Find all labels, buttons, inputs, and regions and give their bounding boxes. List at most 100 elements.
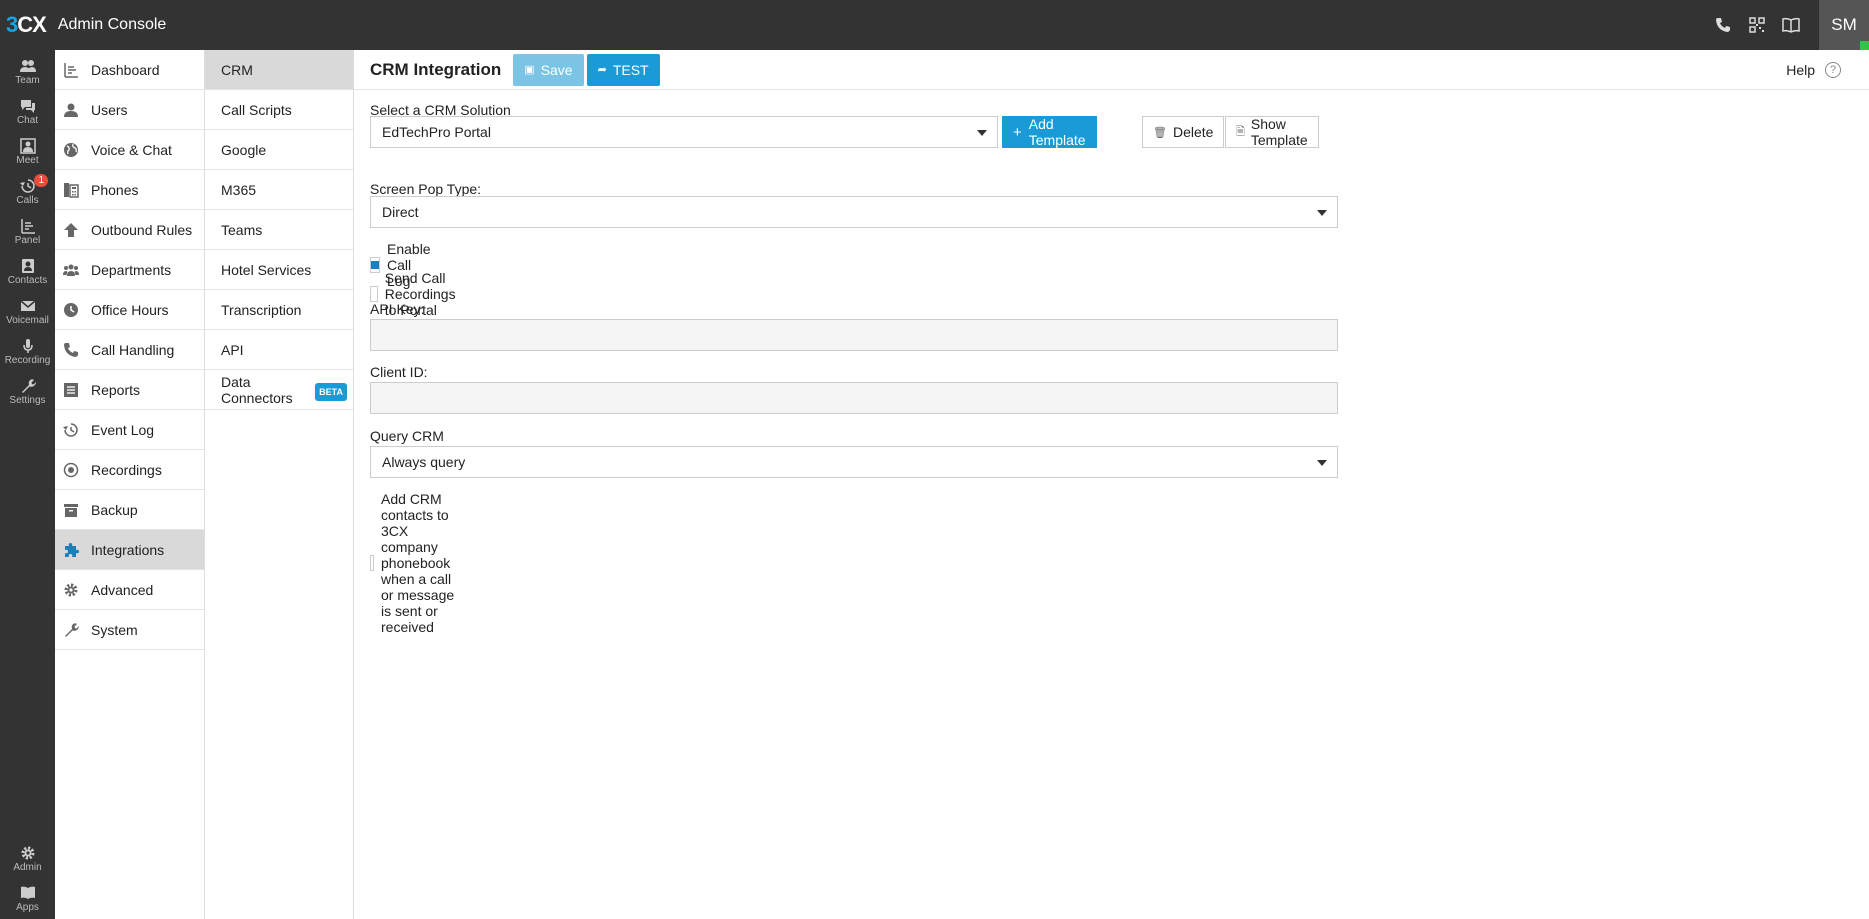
test-button[interactable]: ➦ TEST [586,53,660,86]
query-crm-select[interactable]: Always query [370,446,1338,478]
record-icon [62,461,80,479]
plus-icon: + [1013,123,1022,141]
rail-item-panel[interactable]: Panel [0,212,55,252]
caret-down-icon [1317,210,1327,216]
puzzle-icon [62,541,80,559]
rail-item-admin[interactable]: Admin [0,839,55,879]
nav-item-system[interactable]: System [55,610,204,650]
add-template-button[interactable]: + Add Template [1002,116,1097,148]
rail-item-apps[interactable]: Apps [0,879,55,919]
group-icon [62,261,80,279]
rail-item-calls[interactable]: Calls 1 [0,172,55,212]
phone-handset-icon [62,341,80,359]
online-status-indicator [1860,41,1869,50]
nav-item-call-handling[interactable]: Call Handling [55,330,204,370]
history-icon [62,421,80,439]
admin-nav: Dashboard Users Voice & Chat Phones Outb… [55,50,205,919]
nav-item-users[interactable]: Users [55,90,204,130]
rail-item-voicemail[interactable]: Voicemail [0,292,55,332]
team-icon [19,60,36,72]
share-arrow-icon: ➦ [597,64,607,76]
nav-item-phones[interactable]: Phones [55,170,204,210]
crm-solution-select[interactable]: EdTechPro Portal [370,116,998,148]
rail-item-meet[interactable]: Meet [0,132,55,172]
subnav-item-data-connectors[interactable]: Data Connectors BETA [205,370,353,410]
contacts-icon [21,259,34,273]
rail-item-chat[interactable]: Chat [0,92,55,132]
subnav-item-api[interactable]: API [205,330,353,370]
user-avatar[interactable]: SM [1819,0,1869,50]
qr-code-icon[interactable] [1747,15,1767,35]
screen-pop-type-select[interactable]: Direct [370,196,1338,228]
chat-icon [20,100,35,113]
subnav-item-crm[interactable]: CRM [205,50,353,90]
dashboard-icon [62,61,80,79]
trash-icon: 🗑 [1153,126,1167,139]
page-title: CRM Integration [370,59,502,79]
voicemail-icon [20,300,35,311]
add-contacts-row: Add CRM contacts to 3CX company phoneboo… [370,491,462,635]
microphone-icon [22,339,33,353]
nav-item-reports[interactable]: Reports [55,370,204,410]
api-key-input[interactable] [370,319,1338,351]
help-link[interactable]: Help ? [1786,50,1841,90]
meet-icon [19,138,36,154]
page-header: CRM Integration ▣ Save ➦ TEST Help ? [354,50,1869,90]
send-recordings-checkbox[interactable] [370,286,378,302]
beta-badge: BETA [315,383,347,401]
globe-icon [62,141,80,159]
show-template-button[interactable]: 🗎 Show Template [1225,116,1319,148]
nav-item-event-log[interactable]: Event Log [55,410,204,450]
archive-icon [62,501,80,519]
main-content: CRM Integration ▣ Save ➦ TEST Help ? Sel… [354,50,1869,919]
nav-item-voice-chat[interactable]: Voice & Chat [55,130,204,170]
rail-item-team[interactable]: Team [0,52,55,92]
subnav-item-m365[interactable]: M365 [205,170,353,210]
gears-icon [62,581,80,599]
clock-icon [62,301,80,319]
caret-down-icon [1317,460,1327,466]
save-button[interactable]: ▣ Save [513,53,584,86]
nav-item-backup[interactable]: Backup [55,490,204,530]
app-rail: Team Chat Meet Calls 1 Panel Contacts Vo… [0,50,55,919]
nav-item-recordings[interactable]: Recordings [55,450,204,490]
app-title: Admin Console [57,16,167,33]
api-key-label: API Key: [370,301,425,317]
gear-icon [21,846,34,860]
rail-item-recording[interactable]: Recording [0,332,55,372]
nav-item-advanced[interactable]: Advanced [55,570,204,610]
subnav-item-google[interactable]: Google [205,130,353,170]
top-bar: 3 CX Admin Console SM [0,0,1869,50]
subnav-item-transcription[interactable]: Transcription [205,290,353,330]
question-circle-icon: ? [1825,62,1841,78]
add-contacts-checkbox[interactable] [370,555,375,571]
client-id-label: Client ID: [370,364,428,380]
rail-item-contacts[interactable]: Contacts [0,252,55,292]
delete-button[interactable]: 🗑 Delete [1142,116,1225,148]
screen-pop-type-label: Screen Pop Type: [370,181,482,197]
panel-icon [20,219,35,234]
wrench-icon [21,379,36,393]
calls-badge: 1 [34,174,48,187]
nav-item-dashboard[interactable]: Dashboard [55,50,204,90]
nav-item-outbound-rules[interactable]: Outbound Rules [55,210,204,250]
file-icon: 🗎 [1236,125,1245,138]
desk-phone-icon [62,181,80,199]
nav-item-integrations[interactable]: Integrations [55,530,204,570]
save-icon: ▣ [524,64,535,76]
3cx-logo[interactable]: 3 CX [6,12,47,38]
subnav-item-teams[interactable]: Teams [205,210,353,250]
client-id-input[interactable] [370,382,1338,414]
phone-icon[interactable] [1713,15,1733,35]
calls-history-icon [19,179,35,193]
nav-item-office-hours[interactable]: Office Hours [55,290,204,330]
subnav-item-hotel-services[interactable]: Hotel Services [205,250,353,290]
subnav-item-call-scripts[interactable]: Call Scripts [205,90,353,130]
rail-item-settings[interactable]: Settings [0,372,55,412]
arrow-up-icon [62,221,80,239]
user-icon [62,101,80,119]
apps-icon [20,886,35,899]
nav-item-departments[interactable]: Departments [55,250,204,290]
report-icon [62,381,80,399]
book-icon[interactable] [1781,15,1801,35]
